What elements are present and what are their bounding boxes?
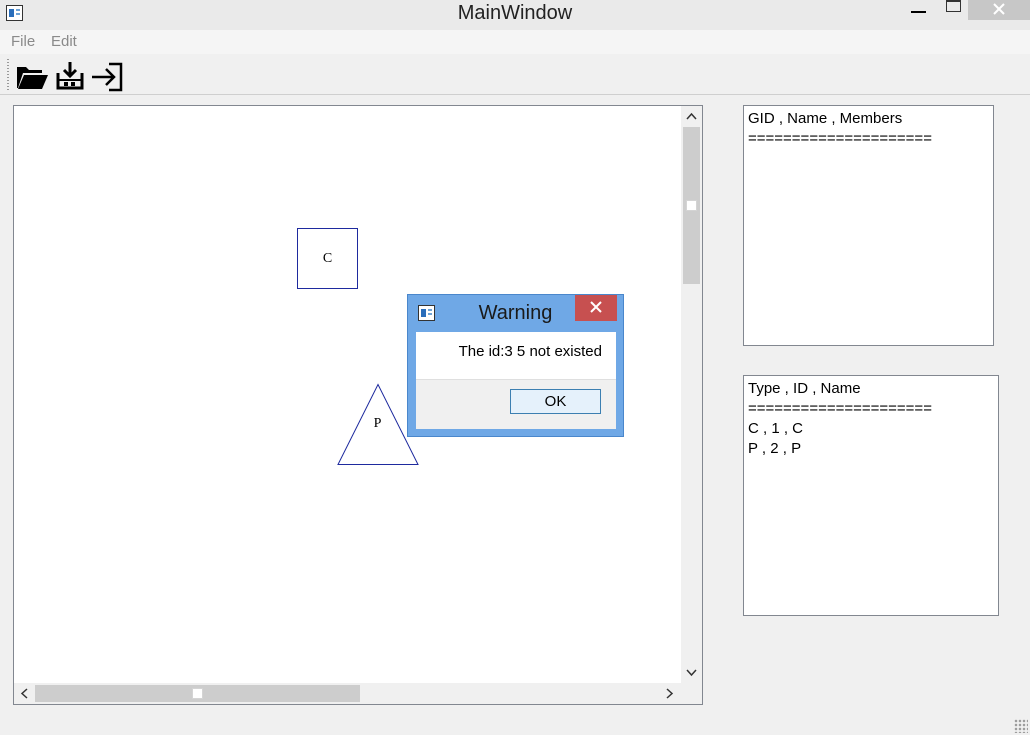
scroll-left-icon[interactable] <box>20 688 28 699</box>
list-item[interactable]: P , 2 , P <box>748 439 994 459</box>
dialog-body: The id:3 5 not existed OK <box>416 332 616 429</box>
dialog-message: The id:3 5 not existed <box>458 343 602 360</box>
toolbar-grip[interactable] <box>7 59 9 91</box>
shape-label-p: P <box>373 416 382 431</box>
menu-bar: File Edit <box>0 30 1030 54</box>
scroll-down-icon[interactable] <box>686 669 697 677</box>
dialog-title: Warning <box>478 302 553 324</box>
ok-button[interactable]: OK <box>510 389 601 414</box>
scroll-right-icon[interactable] <box>666 688 674 699</box>
save-button[interactable] <box>52 57 88 93</box>
objects-list-header: Type , ID , Name <box>748 380 861 397</box>
open-file-button[interactable] <box>14 57 50 93</box>
list-item[interactable]: C , 1 , C <box>748 419 994 439</box>
objects-list-separator: ===================== <box>748 400 932 417</box>
dialog-button-row: OK <box>416 379 616 429</box>
maximize-icon <box>946 0 961 12</box>
scroll-corner <box>681 683 702 704</box>
horizontal-scrollbar[interactable] <box>14 683 681 704</box>
dialog-close-button[interactable] <box>575 295 617 321</box>
groups-list[interactable]: GID , Name , Members ===================… <box>743 105 994 346</box>
resize-grip[interactable] <box>1014 719 1028 733</box>
folder-open-icon <box>17 67 48 89</box>
menu-edit[interactable]: Edit <box>51 33 77 51</box>
scroll-up-icon[interactable] <box>686 112 697 120</box>
minimize-button[interactable] <box>899 0 939 20</box>
save-disk-icon <box>56 62 84 90</box>
shape-label-c: C <box>322 251 333 266</box>
close-icon <box>993 3 1005 15</box>
exit-button[interactable] <box>89 57 125 93</box>
close-icon <box>590 301 602 313</box>
window-title: MainWindow <box>457 2 573 24</box>
warning-dialog: Warning The id:3 5 not existed OK <box>407 294 624 437</box>
shape-square-c[interactable]: C <box>297 228 358 289</box>
exit-arrow-icon <box>92 62 123 92</box>
minimize-icon <box>911 11 926 13</box>
maximize-button[interactable] <box>938 0 968 20</box>
groups-list-separator: ===================== <box>748 130 932 147</box>
groups-list-header: GID , Name , Members <box>748 110 903 127</box>
toolbar <box>0 55 1030 95</box>
vertical-scrollbar[interactable] <box>681 106 702 683</box>
menu-file[interactable]: File <box>11 33 35 51</box>
dialog-app-icon <box>418 305 435 321</box>
title-bar[interactable]: MainWindow <box>0 0 1030 30</box>
objects-list[interactable]: Type , ID , Name ===================== C… <box>743 375 999 616</box>
close-window-button[interactable] <box>968 0 1030 20</box>
